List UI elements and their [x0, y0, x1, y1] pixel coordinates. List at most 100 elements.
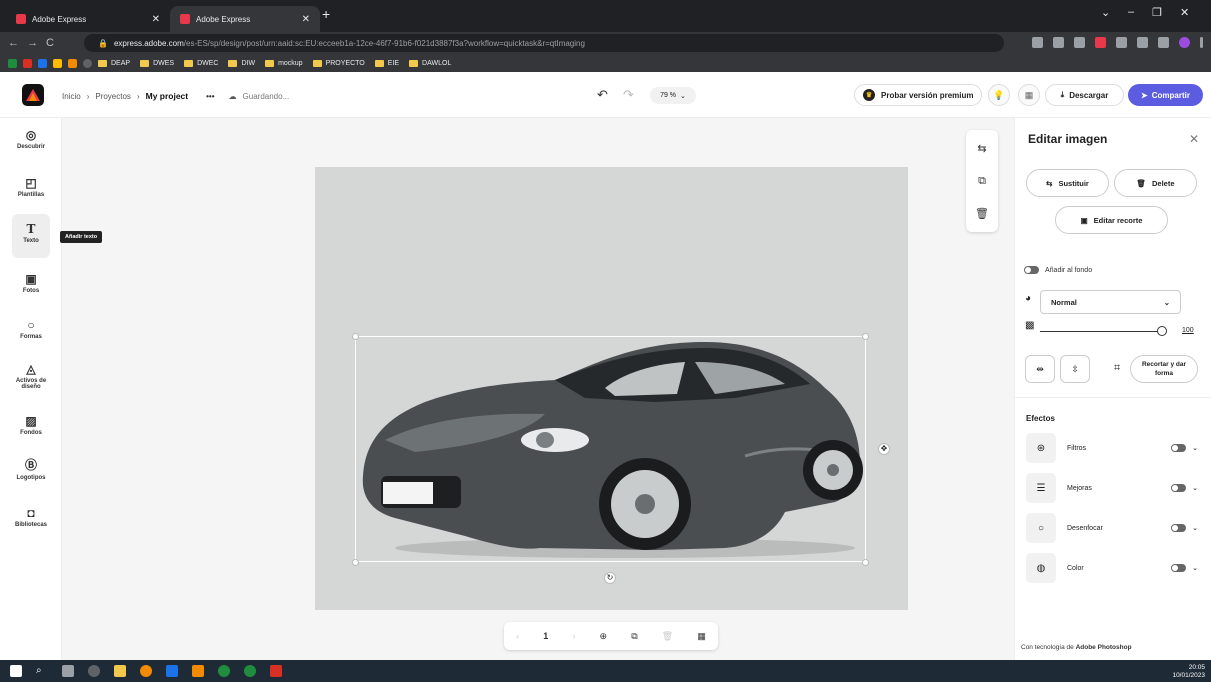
- crop-shape-button[interactable]: Recortar y dar forma: [1130, 355, 1198, 383]
- zoom-dropdown[interactable]: 79 % ⌄: [650, 87, 696, 104]
- chevron-down-icon[interactable]: ⌄: [1192, 524, 1198, 532]
- calendar-icon[interactable]: ▦: [1018, 84, 1040, 106]
- extension-icon[interactable]: [1095, 37, 1106, 48]
- browser-icon[interactable]: [140, 665, 152, 677]
- lightbulb-icon[interactable]: 💡: [988, 84, 1010, 106]
- vscode-icon[interactable]: [166, 665, 178, 677]
- rail-item-descubrir[interactable]: ◎ Descubrir: [12, 128, 50, 150]
- back-icon[interactable]: ←: [8, 37, 19, 49]
- bookmark-star-icon[interactable]: [1074, 37, 1085, 48]
- replace-icon[interactable]: ⇆: [966, 142, 998, 155]
- install-icon[interactable]: [1032, 37, 1043, 48]
- resize-handle-bl[interactable]: [352, 559, 359, 566]
- delete-button[interactable]: 🗑 Delete: [1114, 169, 1197, 197]
- bookmark-folder[interactable]: DEAP: [98, 59, 130, 67]
- rail-item-activos[interactable]: ◬ Activos de diseño: [12, 362, 50, 390]
- bookmark-app-icon[interactable]: [83, 58, 92, 68]
- resize-handle-tl[interactable]: [352, 333, 359, 340]
- chrome-icon[interactable]: [218, 665, 230, 677]
- chevron-down-icon[interactable]: ⌄: [1192, 444, 1198, 452]
- replace-button[interactable]: ⇆ Sustituir: [1026, 169, 1109, 197]
- file-explorer-icon[interactable]: [114, 665, 126, 677]
- url-field[interactable]: 🔒 express.adobe.com /es-ES/sp/design/pos…: [84, 34, 1004, 52]
- duplicate-page-icon[interactable]: ⧉: [631, 631, 637, 642]
- effect-enhancements[interactable]: ☰ Mejoras ⌄: [1026, 473, 1198, 503]
- adobe-express-logo[interactable]: [22, 84, 44, 106]
- rail-item-bibliotecas[interactable]: ◘ Bibliotecas: [12, 506, 50, 528]
- toggle-switch[interactable]: [1171, 524, 1187, 532]
- trash-icon[interactable]: 🗑: [966, 207, 998, 220]
- browser-tab[interactable]: Adobe Express ✕: [6, 6, 170, 32]
- undo-icon[interactable]: ↶: [597, 87, 608, 103]
- extensions-puzzle-icon[interactable]: [1137, 37, 1148, 48]
- prev-page-icon[interactable]: ‹: [516, 631, 519, 641]
- redo-icon[interactable]: ↷: [623, 87, 634, 103]
- rail-item-plantillas[interactable]: ◰ Plantillas: [12, 176, 50, 198]
- rail-item-texto[interactable]: T Texto: [12, 214, 50, 258]
- bookmark-app-icon[interactable]: [8, 58, 17, 68]
- minimize-icon[interactable]: –: [1128, 6, 1134, 18]
- effect-blur[interactable]: ○ Desenfocar ⌄: [1026, 513, 1198, 543]
- opacity-value[interactable]: 100: [1182, 327, 1194, 334]
- app-icon[interactable]: [88, 665, 100, 677]
- browser-tab-active[interactable]: Adobe Express ✕: [170, 6, 320, 32]
- bookmark-folder[interactable]: DWEC: [184, 59, 218, 67]
- breadcrumb-projects[interactable]: Proyectos: [95, 92, 131, 101]
- chrome-icon[interactable]: [244, 665, 256, 677]
- bookmark-folder[interactable]: DIW: [228, 59, 255, 67]
- new-tab-icon[interactable]: +: [322, 6, 330, 22]
- resize-handle-br[interactable]: [862, 559, 869, 566]
- maximize-icon[interactable]: ❐: [1152, 6, 1162, 19]
- more-options-button[interactable]: •••: [206, 92, 214, 101]
- toggle-switch[interactable]: [1171, 484, 1187, 492]
- move-handle-icon[interactable]: ✥: [878, 443, 890, 455]
- search-icon[interactable]: ⌕: [36, 665, 48, 677]
- tab-search-icon[interactable]: ⌄: [1101, 6, 1110, 19]
- toggle-switch[interactable]: [1024, 266, 1039, 274]
- rotate-handle-icon[interactable]: ↻: [604, 572, 616, 584]
- try-premium-button[interactable]: ♛ Probar versión premium: [854, 84, 983, 106]
- rail-item-fotos[interactable]: ▣ Fotos: [12, 272, 50, 294]
- side-panel-icon[interactable]: [1158, 37, 1169, 48]
- app-icon[interactable]: [270, 665, 282, 677]
- app-icon[interactable]: [192, 665, 204, 677]
- toggle-switch[interactable]: [1171, 564, 1187, 572]
- rail-item-fondos[interactable]: ▨ Fondos: [12, 414, 50, 436]
- bookmark-folder[interactable]: DAWLOL: [409, 59, 451, 67]
- chevron-down-icon[interactable]: ⌄: [1192, 564, 1198, 572]
- system-clock[interactable]: 20:05 10/01/2023: [1172, 664, 1205, 680]
- opacity-slider-knob[interactable]: [1157, 326, 1167, 336]
- extension-icon[interactable]: [1116, 37, 1127, 48]
- reload-icon[interactable]: C: [46, 37, 54, 49]
- bookmark-app-icon[interactable]: [38, 58, 47, 68]
- duplicate-icon[interactable]: ⧉: [966, 175, 998, 188]
- flip-vertical-icon[interactable]: ⇳: [1060, 355, 1090, 383]
- opacity-slider-track[interactable]: [1040, 331, 1160, 332]
- task-view-icon[interactable]: [62, 665, 74, 677]
- bookmark-folder[interactable]: DWES: [140, 59, 174, 67]
- flip-horizontal-icon[interactable]: ⇹: [1025, 355, 1055, 383]
- download-button[interactable]: ⤓ Descargar: [1045, 84, 1124, 106]
- bookmark-folder[interactable]: PROYECTO: [312, 59, 365, 67]
- breadcrumb-home[interactable]: Inicio: [62, 92, 81, 101]
- share-page-icon[interactable]: [1053, 37, 1064, 48]
- close-icon[interactable]: ✕: [1189, 132, 1199, 146]
- chevron-down-icon[interactable]: ⌄: [1192, 484, 1198, 492]
- add-page-icon[interactable]: ⊕: [600, 631, 608, 642]
- close-tab-icon[interactable]: ✕: [302, 14, 310, 25]
- share-button[interactable]: ➤ Compartir: [1128, 84, 1203, 106]
- bookmark-folder[interactable]: mockup: [265, 59, 303, 67]
- next-page-icon[interactable]: ›: [572, 631, 575, 641]
- window-close-icon[interactable]: ✕: [1180, 6, 1189, 19]
- toggle-switch[interactable]: [1171, 444, 1187, 452]
- gmail-icon[interactable]: [23, 58, 32, 68]
- effect-color[interactable]: ◍ Color ⌄: [1026, 553, 1198, 583]
- crop-icon[interactable]: ⌗: [1114, 362, 1120, 375]
- delete-page-icon[interactable]: 🗑: [662, 631, 673, 642]
- grid-view-icon[interactable]: ▦: [697, 631, 706, 642]
- bookmark-folder[interactable]: EIE: [374, 59, 399, 67]
- project-name[interactable]: My project: [146, 91, 189, 101]
- drive-icon[interactable]: [53, 58, 62, 68]
- rail-item-logotipos[interactable]: Ⓑ Logotipos: [12, 456, 50, 481]
- menu-kebab-icon[interactable]: [1200, 37, 1203, 48]
